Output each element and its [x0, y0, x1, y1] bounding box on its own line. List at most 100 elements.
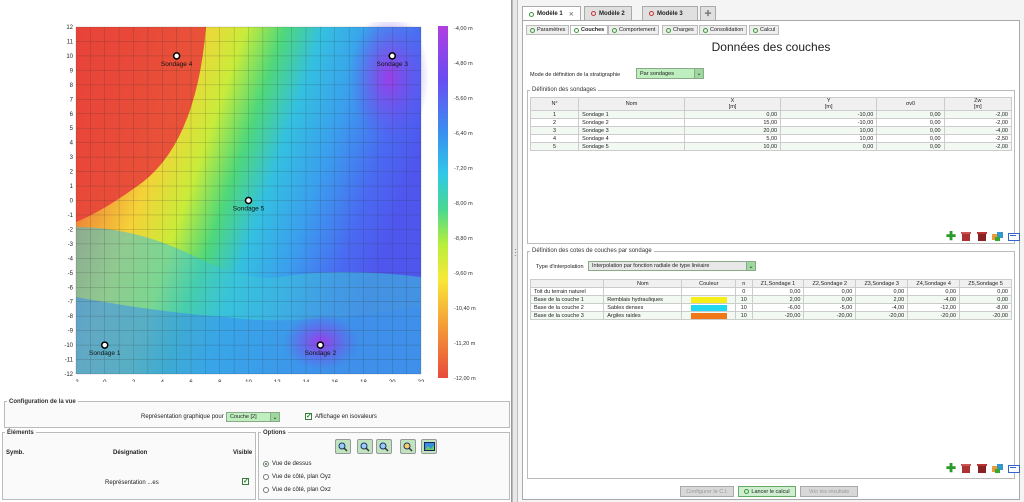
- zoom-fit-button[interactable]: [335, 439, 351, 454]
- table-cell[interactable]: -6,00: [751, 303, 805, 312]
- subtab-consolidation[interactable]: Consolidation: [699, 25, 748, 35]
- view-results-button[interactable]: Voir les résultats: [800, 486, 858, 497]
- element-visible-checkbox[interactable]: ✓: [242, 478, 249, 485]
- run-calc-button[interactable]: Lancer le calcul: [738, 486, 796, 497]
- color-swatch[interactable]: [681, 303, 737, 312]
- zoom-out-button[interactable]: [376, 439, 392, 454]
- table-cell[interactable]: 4: [529, 134, 580, 143]
- table-cell[interactable]: 2,00: [855, 295, 909, 304]
- subtab-couches[interactable]: Couches: [570, 25, 609, 35]
- table-cell[interactable]: 0: [735, 287, 753, 296]
- table-row[interactable]: Toit du terrain naturel 0 0,00 0,00 0,00 0,00…: [529, 287, 1012, 296]
- color-swatch[interactable]: [681, 311, 737, 320]
- properties-icon[interactable]: [1008, 463, 1022, 474]
- table-cell[interactable]: 10,00: [780, 134, 878, 143]
- table-cell[interactable]: Sondage 1: [578, 110, 685, 119]
- table-row[interactable]: 3 Sondage 3 20,00 10,00 0,00 -4,00: [529, 126, 1013, 135]
- table-cell[interactable]: Base de la couche 3: [529, 311, 605, 320]
- table-cell[interactable]: Sondage 5: [578, 142, 685, 151]
- table-cell[interactable]: 10: [735, 311, 753, 320]
- table-cell[interactable]: 0,00: [780, 142, 878, 151]
- table-cell[interactable]: -8,00: [959, 303, 1012, 312]
- strat-select[interactable]: Par sondages ⌄: [636, 68, 704, 79]
- table-cell[interactable]: Sondage 4: [578, 134, 685, 143]
- tab-modele-1[interactable]: Modèle 1 ✕: [522, 6, 581, 21]
- table-cell[interactable]: Toit du terrain naturel: [529, 287, 605, 296]
- table-cell[interactable]: Argiles raides: [603, 311, 683, 320]
- subtab-charges[interactable]: Charges: [662, 25, 698, 35]
- table-cell[interactable]: 20,00: [683, 126, 782, 135]
- add-icon[interactable]: ✚: [944, 230, 958, 242]
- subtab-parametres[interactable]: Paramètres: [526, 25, 570, 35]
- isovaleurs-checkbox[interactable]: ✓: [305, 413, 312, 420]
- table-row[interactable]: Base de la couche 2 Sables denses 10 -6,00-…: [529, 303, 1012, 312]
- radio-vue-oyz[interactable]: Vue de côté, plan Oyz: [263, 474, 331, 480]
- table-cell[interactable]: -5,00: [803, 303, 857, 312]
- table-cell[interactable]: 0,00: [803, 295, 857, 304]
- table-cell[interactable]: -2,00: [943, 110, 1013, 119]
- table-cell[interactable]: 0,00: [876, 142, 945, 151]
- table-cell[interactable]: 0,00: [876, 110, 945, 119]
- table-cell[interactable]: 10: [735, 303, 753, 312]
- table-cell[interactable]: -20,00: [959, 311, 1012, 320]
- tab-modele-2[interactable]: Modèle 2: [584, 6, 632, 20]
- table-cell[interactable]: 10,00: [683, 142, 782, 151]
- table-cell[interactable]: Sables denses: [603, 303, 683, 312]
- table-row[interactable]: Base de la couche 1 Remblais hydrauliques…: [529, 295, 1012, 304]
- table-row[interactable]: 5 Sondage 5 10,00 0,00 0,00 -2,00: [529, 142, 1013, 151]
- table-cell[interactable]: 0,00: [959, 295, 1012, 304]
- radio-vue-dessus[interactable]: Vue de dessus: [263, 461, 311, 467]
- table-cell[interactable]: -10,00: [780, 110, 878, 119]
- table-row[interactable]: 2 Sondage 2 15,00 -10,00 0,00 -2,00: [529, 118, 1013, 127]
- export-image-button[interactable]: [421, 439, 437, 454]
- table-cell[interactable]: 0,00: [959, 287, 1012, 296]
- table-cell[interactable]: -4,00: [943, 126, 1013, 135]
- table-cell[interactable]: -20,00: [907, 311, 961, 320]
- table-cell[interactable]: 5: [529, 142, 580, 151]
- table-cell[interactable]: 1: [529, 110, 580, 119]
- representation-select[interactable]: Couche [2] ⌄: [226, 412, 280, 422]
- table-cell[interactable]: -12,00: [907, 303, 961, 312]
- table-cell[interactable]: [603, 287, 683, 296]
- table-cell[interactable]: 0,00: [876, 134, 945, 143]
- table-cell[interactable]: Sondage 3: [578, 126, 685, 135]
- table-cell[interactable]: -20,00: [751, 311, 805, 320]
- table-cell[interactable]: Base de la couche 2: [529, 303, 605, 312]
- table-cell[interactable]: -20,00: [803, 311, 857, 320]
- table-cell[interactable]: -2,00: [943, 142, 1013, 151]
- table-cell[interactable]: 0,00: [907, 287, 961, 296]
- color-swatch[interactable]: [681, 295, 737, 304]
- delete-icon[interactable]: [960, 231, 974, 242]
- contour-map[interactable]: Sondage 4 Sondage 3 Sondage 5 Sondage 1 Sond…: [62, 12, 430, 386]
- table-cell[interactable]: -4,00: [855, 303, 909, 312]
- table-cell[interactable]: 5,00: [683, 134, 782, 143]
- tab-modele-3[interactable]: Modèle 3: [642, 6, 698, 20]
- add-tab-button[interactable]: ✛: [700, 6, 716, 20]
- table-cell[interactable]: 3: [529, 126, 580, 135]
- color-swatch[interactable]: [681, 287, 737, 296]
- delete-icon[interactable]: [960, 463, 974, 474]
- radio-vue-oxz[interactable]: Vue de côté, plan Oxz: [263, 487, 331, 493]
- import-icon[interactable]: [992, 231, 1006, 242]
- table-cell[interactable]: 2,00: [751, 295, 805, 304]
- table-cell[interactable]: 0,00: [855, 287, 909, 296]
- delete-all-icon[interactable]: [976, 231, 990, 242]
- interp-select[interactable]: Interpolation par fonction radiale de ty…: [588, 261, 756, 271]
- table-cell[interactable]: Remblais hydrauliques: [603, 295, 683, 304]
- table-row[interactable]: Base de la couche 3 Argiles raides 10 -20,0…: [529, 311, 1012, 320]
- delete-all-icon[interactable]: [976, 463, 990, 474]
- add-icon[interactable]: ✚: [944, 462, 958, 474]
- table-cell[interactable]: 2: [529, 118, 580, 127]
- zoom-in-button[interactable]: [357, 439, 373, 454]
- table-cell[interactable]: 0,00: [803, 287, 857, 296]
- table-cell[interactable]: 0,00: [751, 287, 805, 296]
- subtab-comportement[interactable]: Comportement: [608, 25, 660, 35]
- subtab-calcul[interactable]: Calcul: [749, 25, 780, 35]
- table-cell[interactable]: 0,00: [876, 118, 945, 127]
- table-row[interactable]: 4 Sondage 4 5,00 10,00 0,00 -2,50: [529, 134, 1013, 143]
- configure-ci-button[interactable]: Configurer le C.I.: [680, 486, 734, 497]
- table-cell[interactable]: Base de la couche 1: [529, 295, 605, 304]
- zoom-window-button[interactable]: [400, 439, 416, 454]
- table-cell[interactable]: 10: [735, 295, 753, 304]
- table-cell[interactable]: -10,00: [780, 118, 878, 127]
